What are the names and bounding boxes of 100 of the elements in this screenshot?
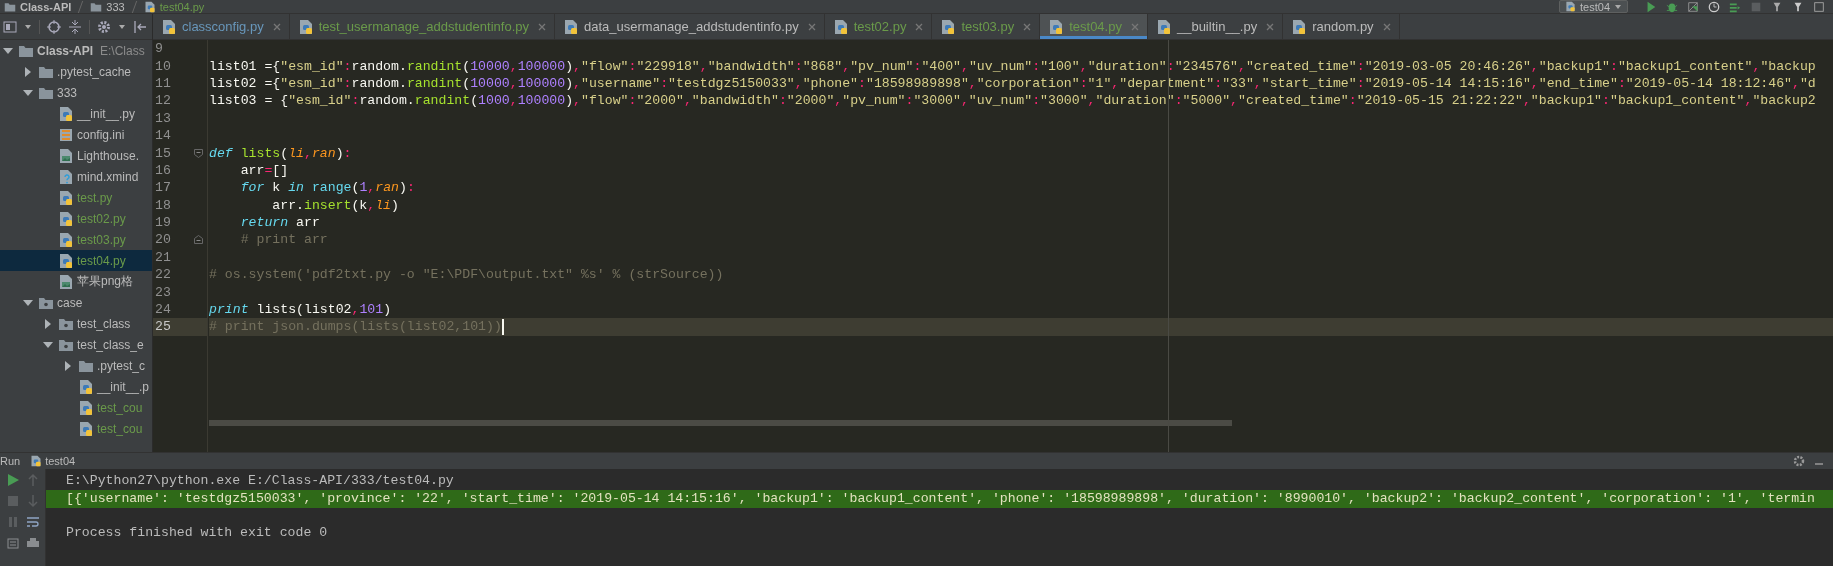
tree-row[interactable]: .pytest_cache: [0, 61, 152, 82]
code-line: list01 ={"esm_id":random.randint(10000,100000),"flow":"229918","bandwidth":"868","pv_num":"400","uv_num":"100","duration":"234576","created_time":"2019-03-05 20:46:26","backup1":"backup1_content","backup: [209, 57, 1816, 75]
editor-tab[interactable]: classconfig.py: [153, 14, 290, 39]
tree-row[interactable]: test_cou: [0, 397, 152, 418]
file-name: test04.py: [77, 253, 126, 268]
close-icon[interactable]: [1382, 22, 1391, 31]
python-file-icon: [78, 378, 94, 395]
code-line: # os.system('pdf2txt.py -o "E:\PDF\output.txt" %s' % (strSource)): [209, 266, 724, 284]
layout-icon[interactable]: [3, 19, 17, 34]
code-line: def lists(li,ran):: [209, 144, 352, 162]
fold-marker-icon[interactable]: [194, 148, 203, 158]
line-number: 9: [155, 40, 163, 58]
python-file-icon: [1565, 1, 1577, 12]
python-file-icon: [58, 210, 74, 227]
file-name: test02.py: [77, 211, 126, 226]
close-icon[interactable]: [1130, 22, 1139, 31]
profiler-icon[interactable]: [1708, 0, 1720, 13]
tree-row[interactable]: 苹果png格: [0, 271, 152, 292]
caret-icon[interactable]: [118, 23, 126, 30]
tree-row[interactable]: case: [0, 292, 152, 313]
close-icon[interactable]: [538, 22, 546, 31]
scrollbar[interactable]: [209, 420, 1232, 426]
panel-title: Run: [0, 455, 22, 467]
collapsed-arrow-icon[interactable]: [63, 360, 73, 371]
code-line: for k in range(1,ran):: [239, 179, 415, 197]
hide-panel-icon[interactable]: [133, 19, 147, 34]
python-file-icon: [1155, 18, 1172, 35]
editor-tab[interactable]: random.py: [1283, 14, 1400, 39]
tree-row[interactable]: test_cou: [0, 418, 152, 439]
editor-tab[interactable]: data_usermanage_addstudentinfo.py: [555, 14, 825, 39]
editor-tab[interactable]: test02.py: [824, 14, 933, 39]
file-name: __init__.p: [97, 379, 150, 394]
close-icon[interactable]: [1266, 22, 1275, 31]
line-number: 22: [155, 266, 171, 284]
expanded-arrow-icon[interactable]: [23, 297, 33, 308]
coverage-icon[interactable]: [1687, 0, 1699, 13]
run-configuration-dropdown[interactable]: test04: [1559, 0, 1628, 13]
tree-row[interactable]: test_class: [0, 313, 152, 334]
crosshair-icon[interactable]: [47, 19, 61, 34]
tree-row[interactable]: test03.py: [0, 229, 152, 250]
caret-icon[interactable]: [24, 23, 32, 30]
tree-row[interactable]: Class-API E:\Class: [0, 40, 152, 61]
close-icon[interactable]: [272, 22, 281, 31]
breadcrumb-item[interactable]: Class-API: [20, 0, 72, 13]
soft-wrap-icon[interactable]: [26, 515, 40, 529]
line-number: 24: [155, 301, 171, 319]
file-name: test03.py: [77, 232, 126, 247]
collapsed-arrow-icon[interactable]: [43, 318, 53, 329]
line-number: 23: [155, 283, 171, 301]
tree-row[interactable]: config.ini: [0, 124, 152, 145]
tree-row[interactable]: Lighthouse.: [0, 145, 152, 166]
python-file-icon: [78, 399, 94, 416]
tree-row[interactable]: 333: [0, 82, 152, 103]
close-icon[interactable]: [915, 22, 924, 31]
file-name: __init__.py: [77, 106, 136, 121]
python-file-icon: [161, 18, 177, 35]
breadcrumb-item[interactable]: test04.py: [159, 0, 205, 13]
python-file-icon: [143, 0, 156, 13]
editor-tab[interactable]: test_usermanage_addstudentinfo.py: [289, 14, 555, 39]
run-tab[interactable]: test04: [26, 455, 80, 467]
gear-icon[interactable]: [97, 19, 111, 34]
tree-row[interactable]: test.py: [0, 187, 152, 208]
tree-row[interactable]: test04.py: [0, 250, 152, 271]
line-number: 16: [155, 161, 171, 179]
package-folder-icon: [58, 337, 74, 352]
tree-row[interactable]: .pytest_c: [0, 355, 152, 376]
line-number: 21: [155, 248, 171, 266]
python-file-icon: [940, 18, 957, 35]
gear-icon[interactable]: [1793, 455, 1805, 467]
folder-icon: [38, 64, 54, 79]
fold-marker-icon[interactable]: [194, 235, 203, 245]
tree-row[interactable]: __init__.py: [0, 103, 152, 124]
window-icon[interactable]: [1813, 0, 1825, 13]
close-icon[interactable]: [1023, 22, 1032, 31]
code-line: list02 ={"esm_id":random.randint(10000,100000),"username":"testdgz5150033","phone":"18598989898","corporation":"1","department":"33","start_time":"2019-05-14 14:15:16","end_time":"2019-05-14 18:12:46","d: [209, 74, 1816, 92]
file-name: .pytest_c: [97, 358, 146, 373]
tree-row[interactable]: test_class_e: [0, 334, 152, 355]
tree-row[interactable]: mind.xmind: [0, 166, 152, 187]
breadcrumb-item[interactable]: 333: [106, 0, 125, 13]
code-line: arr=[]: [239, 161, 289, 179]
expanded-arrow-icon[interactable]: [43, 339, 53, 350]
line-number: 13: [155, 109, 171, 127]
editor-tab[interactable]: __builtin__.py: [1147, 14, 1284, 39]
file-name: test_cou: [97, 400, 143, 415]
console-line: E:\Python27\python.exe E:/Class-API/333/test04.py: [65, 472, 455, 490]
config-file-icon: [58, 126, 74, 143]
collapsed-arrow-icon[interactable]: [23, 66, 33, 77]
code-line: print lists(list02,101): [209, 301, 392, 319]
python-file-icon: [58, 105, 74, 122]
close-icon[interactable]: [807, 22, 816, 31]
rerun-icon[interactable]: [6, 473, 20, 487]
folder-icon: [18, 43, 34, 58]
line-number: 11: [155, 74, 171, 92]
expanded-arrow-icon[interactable]: [3, 45, 13, 56]
tree-row[interactable]: test02.py: [0, 208, 152, 229]
collapse-all-icon[interactable]: [68, 19, 82, 34]
tree-row[interactable]: __init__.p: [0, 376, 152, 397]
run-icon[interactable]: [1645, 0, 1657, 13]
expanded-arrow-icon[interactable]: [23, 87, 33, 98]
file-name: Lighthouse.: [77, 148, 140, 163]
